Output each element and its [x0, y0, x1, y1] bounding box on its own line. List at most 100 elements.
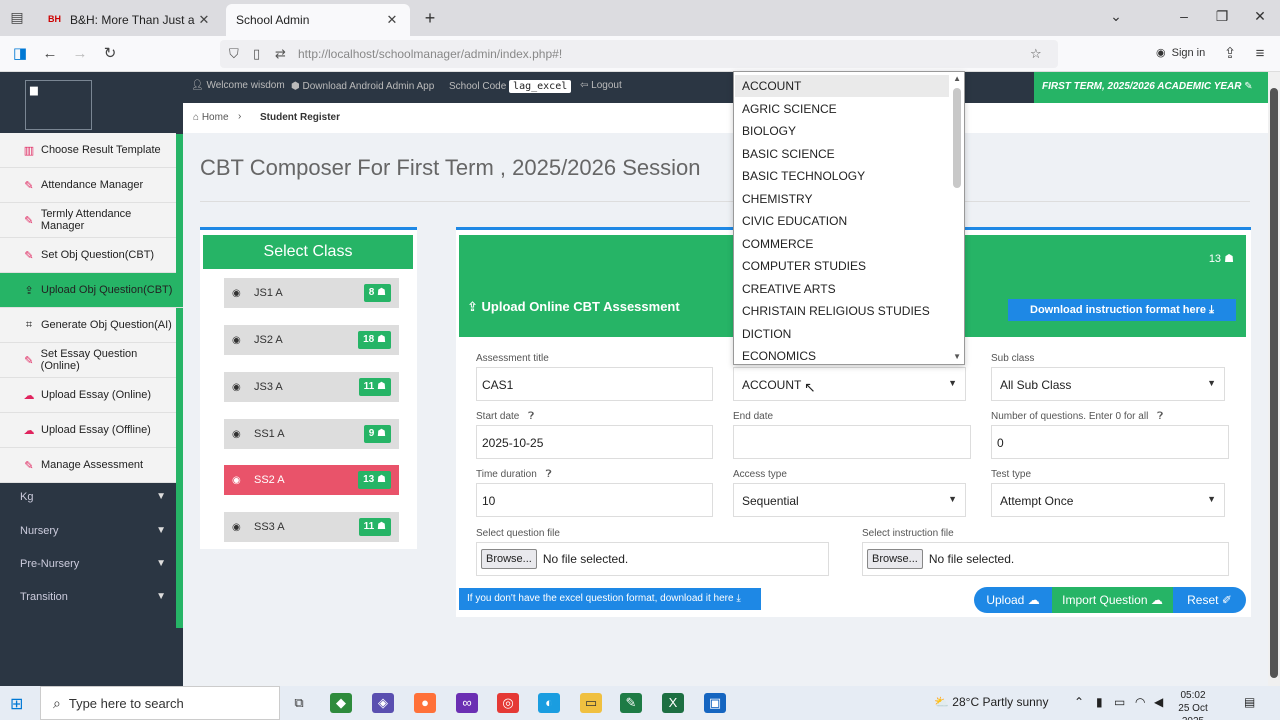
volume-icon[interactable]: ◀: [1154, 695, 1163, 709]
sidebar-toggle-icon[interactable]: ◨: [10, 44, 30, 64]
dropdown-option[interactable]: CREATIVE ARTS: [735, 278, 950, 300]
download-instruction-button[interactable]: Download instruction format here ⤓: [1008, 299, 1236, 321]
reload-icon[interactable]: ↻: [100, 44, 120, 64]
page-scrollbar[interactable]: [1268, 72, 1280, 686]
battery-icon[interactable]: ▮: [1096, 695, 1103, 709]
subject-dropdown-list[interactable]: ACCOUNT AGRIC SCIENCE BIOLOGY BASIC SCIE…: [733, 71, 965, 365]
num-questions-input[interactable]: 0: [991, 425, 1229, 459]
end-date-input[interactable]: [733, 425, 971, 459]
close-window-icon[interactable]: ✕: [1250, 8, 1270, 25]
sign-in-button[interactable]: ◉ Sign in: [1156, 46, 1205, 60]
sidebar-item-set-obj-question[interactable]: ✎ Set Obj Question(CBT): [0, 238, 176, 273]
dropdown-option[interactable]: CHEMISTRY: [735, 188, 950, 210]
dropdown-scrollbar[interactable]: ▲ ▼: [949, 72, 964, 364]
download-question-format-button[interactable]: If you don't have the excel question for…: [459, 588, 761, 610]
taskbar-clock[interactable]: 05:02 25 Oct 2025: [1170, 689, 1216, 720]
time-duration-input[interactable]: 10: [476, 483, 713, 517]
dropdown-option[interactable]: ACCOUNT: [735, 75, 950, 97]
back-icon[interactable]: ←: [40, 44, 60, 64]
sidebar-group-kg[interactable]: Kg ▼: [0, 480, 176, 513]
instruction-file-input[interactable]: Browse... No file selected.: [862, 542, 1229, 576]
dropdown-option[interactable]: AGRIC SCIENCE: [735, 98, 950, 120]
weather-widget[interactable]: ⛅ 28°C Partly sunny: [934, 695, 1048, 709]
app-pen-icon[interactable]: ✎: [620, 693, 642, 713]
app-blue-icon[interactable]: ▣: [704, 693, 726, 713]
minimize-icon[interactable]: –: [1174, 8, 1194, 24]
dropdown-scroll-thumb[interactable]: [953, 88, 961, 188]
page-icon[interactable]: ▯: [253, 46, 260, 62]
close-icon[interactable]: ✕: [196, 12, 212, 28]
class-item-ss3a[interactable]: ◉ SS3 A 11 ☗: [224, 512, 399, 542]
scroll-up-icon[interactable]: ▲: [953, 74, 961, 83]
dropdown-option[interactable]: BASIC TECHNOLOGY: [735, 165, 950, 187]
dropdown-option[interactable]: ECONOMICS: [735, 345, 950, 364]
file-explorer-icon[interactable]: ▭: [580, 693, 602, 713]
chevron-up-icon[interactable]: ⌃: [1074, 695, 1084, 709]
app-green-icon[interactable]: ◆: [330, 693, 352, 713]
bookmark-star-icon[interactable]: ☆: [1030, 46, 1042, 62]
class-item-js3a[interactable]: ◉ JS3 A 11 ☗: [224, 372, 399, 402]
dropdown-option[interactable]: BASIC SCIENCE: [735, 143, 950, 165]
chevron-down-icon[interactable]: ⌄: [1106, 8, 1126, 25]
tab-school-admin[interactable]: School Admin ✕: [226, 4, 410, 36]
test-type-select[interactable]: Attempt Once ▼: [991, 483, 1225, 517]
logout-link[interactable]: ⇦ Logout: [580, 80, 622, 91]
dropdown-option[interactable]: CHRISTAIN RELIGIOUS STUDIES: [735, 300, 950, 322]
maximize-icon[interactable]: ❐: [1212, 8, 1232, 25]
sidebar-item-attendance-manager[interactable]: ✎ Attendance Manager: [0, 168, 176, 203]
windows-start-icon[interactable]: ⊞: [10, 694, 23, 714]
assessment-title-input[interactable]: CAS1: [476, 367, 713, 401]
class-item-js2a[interactable]: ◉ JS2 A 18 ☗: [224, 325, 399, 355]
breadcrumb-home[interactable]: ⌂ Home: [193, 112, 229, 123]
sidebar-item-generate-obj-question-ai[interactable]: ⌗ Generate Obj Question(AI): [0, 308, 176, 343]
import-question-button[interactable]: Import Question ☁: [1052, 587, 1173, 613]
permissions-icon[interactable]: ⇄: [275, 46, 286, 62]
url-bar[interactable]: ⛉ ▯ ⇄ http://localhost/schoolmanager/adm…: [220, 40, 1058, 68]
extensions-icon[interactable]: ⇪: [1220, 44, 1240, 64]
page-scroll-thumb[interactable]: [1270, 88, 1278, 678]
term-banner[interactable]: FIRST TERM, 2025/2026 ACADEMIC YEAR ✎: [1034, 72, 1268, 103]
wifi-icon[interactable]: ◠: [1135, 695, 1145, 709]
shield-icon[interactable]: ⛉: [229, 46, 239, 62]
upload-button[interactable]: Upload ☁: [974, 587, 1052, 613]
notifications-icon[interactable]: ▤: [1244, 695, 1255, 709]
dropdown-option[interactable]: DICTION: [735, 323, 950, 345]
browse-button[interactable]: Browse...: [867, 549, 923, 569]
browse-button[interactable]: Browse...: [481, 549, 537, 569]
help-icon[interactable]: ❓︎: [546, 469, 552, 480]
access-type-select[interactable]: Sequential ▼: [733, 483, 966, 517]
network-icon[interactable]: ▭: [1114, 695, 1125, 709]
sidebar-item-termly-attendance-manager[interactable]: ✎ Termly Attendance Manager: [0, 203, 176, 238]
dropdown-option[interactable]: COMPUTER STUDIES: [735, 255, 950, 277]
subclass-select[interactable]: All Sub Class ▼: [991, 367, 1225, 401]
task-view-icon[interactable]: ⧉: [288, 693, 310, 713]
firefox-icon[interactable]: ●: [414, 693, 436, 713]
menu-icon[interactable]: ≡: [1250, 44, 1270, 64]
class-item-ss2a[interactable]: ◉ SS2 A 13 ☗: [224, 465, 399, 495]
sidebar-group-transition[interactable]: Transition ▼: [0, 580, 176, 613]
school-logo[interactable]: ▆: [25, 80, 92, 130]
sidebar-item-upload-essay-offline[interactable]: ☁ Upload Essay (Offline): [0, 413, 176, 448]
help-icon[interactable]: ❓︎: [1157, 411, 1163, 422]
edge-icon[interactable]: ◐: [538, 693, 560, 713]
sidebar-item-choose-result-template[interactable]: ▥ Choose Result Template: [0, 133, 176, 168]
question-file-input[interactable]: Browse... No file selected.: [476, 542, 829, 576]
app-purple-icon[interactable]: ◈: [372, 693, 394, 713]
scroll-down-icon[interactable]: ▼: [953, 352, 961, 361]
reset-button[interactable]: Reset ✐: [1173, 587, 1246, 613]
excel-icon[interactable]: X: [662, 693, 684, 713]
forward-icon[interactable]: →: [70, 44, 90, 64]
sidebar-group-nursery[interactable]: Nursery ▼: [0, 514, 176, 547]
sidebar-item-upload-obj-question[interactable]: ⇪ Upload Obj Question(CBT): [0, 273, 183, 308]
url-text[interactable]: http://localhost/schoolmanager/admin/ind…: [298, 47, 562, 61]
class-item-js1a[interactable]: ◉ JS1 A 8 ☗: [224, 278, 399, 308]
sidebar-group-pre-nursery[interactable]: Pre-Nursery ▼: [0, 547, 176, 580]
help-icon[interactable]: ❓︎: [528, 411, 534, 422]
download-android-app-link[interactable]: ⬢ Download Android Admin App: [291, 81, 434, 92]
dropdown-option[interactable]: BIOLOGY: [735, 120, 950, 142]
sidebar-item-manage-assessment[interactable]: ✎ Manage Assessment: [0, 448, 176, 483]
class-item-ss1a[interactable]: ◉ SS1 A 9 ☗: [224, 419, 399, 449]
chrome-icon[interactable]: ◎: [497, 693, 519, 713]
tab-list-icon[interactable]: ▤: [8, 9, 26, 27]
subject-select[interactable]: ACCOUNT ▼: [733, 367, 966, 401]
